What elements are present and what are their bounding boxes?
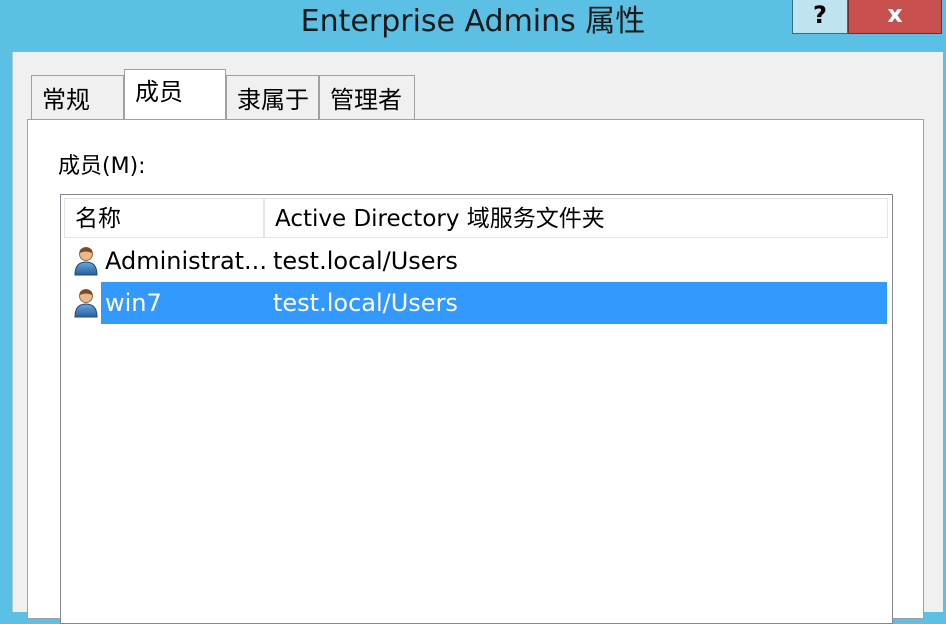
tab-general[interactable]: 常规 xyxy=(31,75,124,119)
column-header-name[interactable]: 名称 xyxy=(64,198,264,238)
tab-members[interactable]: 成员 xyxy=(124,69,226,119)
tab-member-of[interactable]: 隶属于 xyxy=(226,75,319,119)
user-icon xyxy=(74,289,98,318)
title-bar: Enterprise Admins 属性 ? x xyxy=(0,0,946,52)
members-label: 成员(M): xyxy=(58,154,146,179)
member-name: Administrat... xyxy=(105,247,265,275)
member-name: win7 xyxy=(105,289,162,317)
member-folder: test.local/Users xyxy=(273,247,458,275)
column-header-folder[interactable]: Active Directory 域服务文件夹 xyxy=(264,198,888,238)
tab-managed-by[interactable]: 管理者 xyxy=(319,75,415,119)
close-button[interactable]: x xyxy=(848,0,942,34)
list-item[interactable]: win7 test.local/Users xyxy=(61,282,889,324)
list-item[interactable]: Administrat... test.local/Users xyxy=(61,240,889,282)
members-list[interactable]: 名称 Active Directory 域服务文件夹 Administrat..… xyxy=(60,194,893,624)
user-icon xyxy=(74,247,98,276)
dialog-body: 常规 成员 隶属于 管理者 成员(M): 名称 Active Directory… xyxy=(12,52,943,624)
members-panel: 成员(M): 名称 Active Directory 域服务文件夹 Admini… xyxy=(27,119,924,624)
member-folder: test.local/Users xyxy=(273,289,458,317)
help-button[interactable]: ? xyxy=(792,0,848,34)
